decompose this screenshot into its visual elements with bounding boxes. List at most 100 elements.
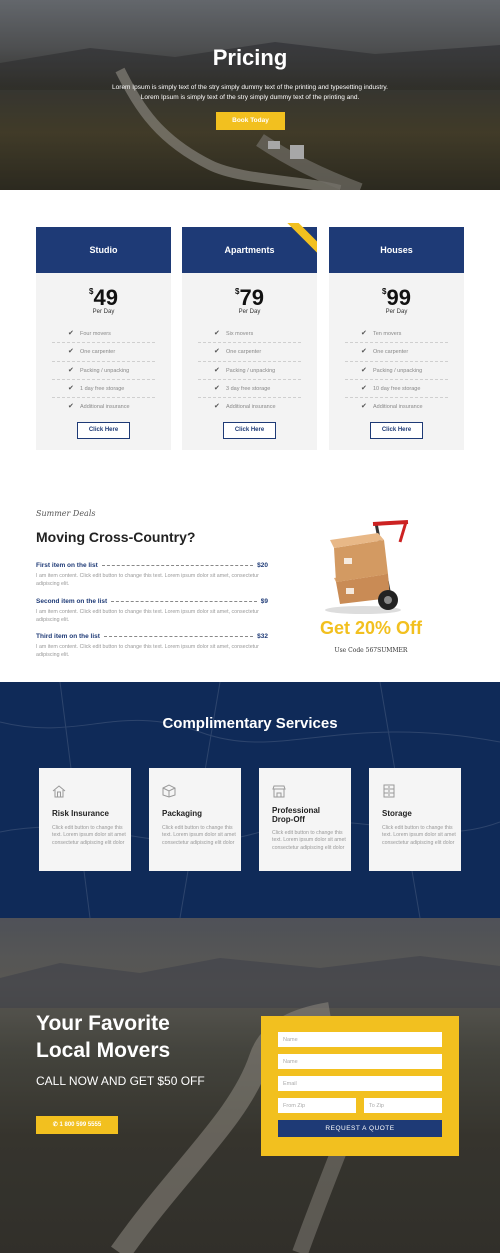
- book-today-button[interactable]: Book Today: [216, 112, 285, 130]
- feature-item: ✔ 10 day free storage: [345, 380, 448, 399]
- service-card-packaging: Packaging Click edit button to change th…: [149, 768, 241, 871]
- feature-item: ✔ Ten movers: [345, 325, 448, 344]
- house-icon: [52, 785, 66, 798]
- promo-title: Get 20% Off: [319, 618, 423, 638]
- check-icon: ✔: [68, 403, 74, 411]
- hero-section: Pricing Lorem Ipsum is simply text of th…: [0, 0, 500, 190]
- call-phone-button[interactable]: ✆ 1 800 599 5555: [36, 1116, 118, 1134]
- deal-name: Second item on the list: [36, 598, 108, 605]
- check-icon: ✔: [214, 330, 220, 337]
- deal-name: First item on the list: [36, 562, 98, 569]
- store-icon: [272, 785, 286, 798]
- price-period: Per Day: [385, 309, 408, 315]
- check-icon: ✔: [214, 348, 220, 356]
- feature-item: ✔ One carpenter: [52, 343, 155, 362]
- check-icon: ✔: [214, 403, 220, 411]
- check-icon: ✔: [361, 403, 367, 411]
- price-value: 79: [239, 285, 264, 310]
- feature-item: ✔ 1 day free storage: [52, 380, 155, 399]
- feature-item: ✔ 3 day free storage: [198, 380, 301, 399]
- plan-price: $49: [36, 285, 171, 311]
- box-icon: [162, 784, 176, 798]
- deal-item: First item on the list $20 I am item cont…: [36, 562, 268, 588]
- plan-name: Houses: [329, 227, 464, 273]
- check-icon: ✔: [361, 384, 367, 392]
- pricing-card-studio: Studio $49 Per Day ✔ Four movers ✔ One car…: [36, 227, 171, 450]
- cta-section: Your Favorite Local Movers CALL NOW AND G…: [0, 918, 500, 1253]
- deal-item: Second item on the list $9 I am item cont…: [36, 598, 268, 624]
- check-icon: ✔: [68, 366, 74, 374]
- check-icon: ✔: [214, 384, 220, 392]
- from-zip-field[interactable]: [278, 1098, 356, 1113]
- check-icon: ✔: [68, 330, 74, 337]
- service-description: Click edit button to change this text. L…: [52, 825, 126, 846]
- currency-symbol: $: [89, 287, 94, 296]
- deal-price: $9: [260, 598, 268, 605]
- deal-name: Third item on the list: [36, 633, 100, 640]
- currency-symbol: $: [235, 287, 240, 296]
- plan-price: $99: [329, 285, 464, 311]
- feature-item: ✔ Four movers: [52, 325, 155, 344]
- plan-price: $79: [182, 285, 317, 311]
- name-field[interactable]: [278, 1032, 442, 1047]
- price-period: Per Day: [92, 309, 115, 315]
- services-title: Complimentary Services: [162, 715, 338, 732]
- feature-list: ✔ Six movers ✔ One carpenter ✔ Packing / un…: [198, 325, 301, 416]
- service-card-professional-drop-off: Professional Drop-Off Click edit button t…: [259, 768, 351, 871]
- service-card-storage: Storage Click edit button to change this…: [369, 768, 461, 871]
- deal-price: $32: [257, 633, 268, 640]
- deal-description: I am item content. Click edit button to …: [36, 609, 259, 623]
- deal-item: Third item on the list $32 I am item cont…: [36, 633, 268, 659]
- service-name: Professional Drop-Off: [272, 806, 321, 824]
- deal-description: I am item content. Click edit button to …: [36, 644, 259, 658]
- page-title: Pricing: [212, 45, 288, 70]
- currency-symbol: $: [382, 287, 387, 296]
- cta-heading: Your Favorite Local Movers: [36, 1012, 171, 1062]
- price-period: Per Day: [238, 309, 261, 315]
- feature-list: ✔ Four movers ✔ One carpenter ✔ Packing / u…: [52, 325, 155, 416]
- to-zip-field[interactable]: [364, 1098, 442, 1113]
- studio-click-here-button[interactable]: Click Here: [77, 422, 130, 439]
- email-field[interactable]: [278, 1076, 442, 1091]
- price-value: 99: [386, 285, 411, 310]
- deals-title: Moving Cross-Country?: [36, 529, 196, 545]
- deals-kicker: Summer Deals: [36, 509, 96, 518]
- cta-subheading: CALL NOW AND GET $50 OFF: [36, 1074, 205, 1088]
- deal-price: $20: [257, 562, 268, 569]
- services-section: Complimentary Services Risk Insurance Cl…: [0, 682, 500, 918]
- feature-item: ✔ Six movers: [198, 325, 301, 344]
- service-description: Click edit button to change this text. L…: [272, 830, 346, 851]
- check-icon: ✔: [214, 366, 220, 374]
- quote-form: REQUEST A QUOTE: [261, 1016, 459, 1156]
- houses-click-here-button[interactable]: Click Here: [370, 422, 423, 439]
- phone-icon: ✆: [52, 1122, 58, 1128]
- hero-description: Lorem Ipsum is simply text of the stry s…: [0, 83, 500, 103]
- service-name: Storage: [382, 809, 412, 818]
- service-card-risk-insurance: Risk Insurance Click edit button to chan…: [39, 768, 131, 871]
- pricing-card-apartments: Apartments $79 Per Day ✔ Six movers ✔ One …: [182, 223, 317, 450]
- feature-item: ✔ Additional insurance: [345, 398, 448, 416]
- check-icon: ✔: [68, 348, 74, 356]
- hero-description-line2: Lorem Ipsum is simply text of the stry s…: [140, 94, 360, 101]
- plan-name: Studio: [36, 227, 171, 273]
- check-icon: ✔: [361, 330, 367, 337]
- service-name: Risk Insurance: [52, 809, 109, 818]
- feature-list: ✔ Ten movers ✔ One carpenter ✔ Packing / un…: [345, 325, 448, 416]
- storage-icon: [383, 784, 395, 798]
- feature-item: ✔ Packing / unpacking: [345, 362, 448, 380]
- hero-description-line1: Lorem Ipsum is simply text of the stry s…: [112, 84, 388, 91]
- request-quote-button[interactable]: REQUEST A QUOTE: [278, 1120, 442, 1137]
- promo-code: Use Code 567SUMMER: [334, 647, 408, 654]
- apartments-click-here-button[interactable]: Click Here: [223, 422, 276, 439]
- name-field-2[interactable]: [278, 1054, 442, 1069]
- service-name: Packaging: [162, 809, 203, 818]
- pricing-card-houses: Houses $99 Per Day ✔ Ten movers ✔ One carp…: [329, 227, 464, 450]
- feature-item: ✔ Packing / unpacking: [52, 362, 155, 380]
- feature-item: ✔ Packing / unpacking: [198, 362, 301, 380]
- feature-item: ✔ Additional insurance: [52, 398, 155, 416]
- check-icon: ✔: [361, 366, 367, 374]
- featured-ribbon: [287, 223, 317, 253]
- price-value: 49: [93, 285, 118, 310]
- service-description: Click edit button to change this text. L…: [382, 825, 456, 846]
- deal-description: I am item content. Click edit button to …: [36, 573, 259, 587]
